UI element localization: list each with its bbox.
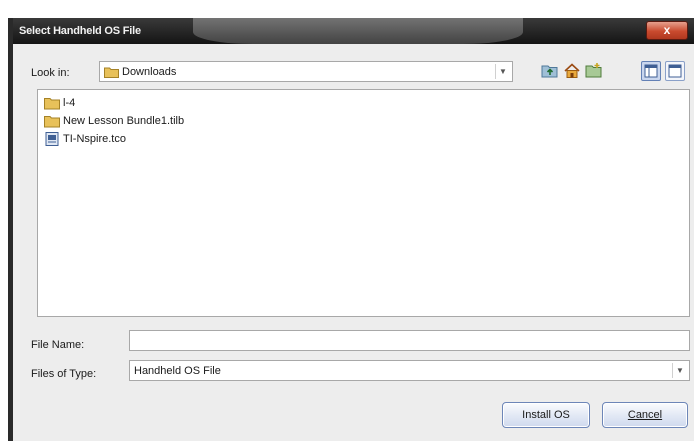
details-view-icon [668, 64, 682, 78]
list-view-icon [644, 64, 658, 78]
chevron-down-icon[interactable]: ▼ [672, 363, 687, 378]
file-type-value: Handheld OS File [134, 365, 221, 377]
new-folder-icon[interactable] [585, 62, 603, 80]
install-os-button[interactable]: Install OS [502, 402, 590, 428]
file-type-label: Files of Type: [31, 368, 97, 380]
folder-icon [104, 67, 119, 78]
up-folder-icon[interactable] [541, 62, 559, 80]
title-bar[interactable]: Select Handheld OS File x [13, 18, 694, 44]
home-icon[interactable] [563, 62, 581, 80]
look-in-value: Downloads [122, 66, 177, 78]
details-view-button[interactable] [665, 61, 685, 81]
cancel-button-label: Cancel [627, 409, 663, 421]
file-name-field[interactable] [129, 330, 690, 351]
file-list[interactable]: l-4 New Lesson Bundle1.tilb TI-Nspire.tc… [37, 89, 690, 317]
list-item[interactable]: New Lesson Bundle1.tilb [44, 113, 184, 129]
file-name: l-4 [63, 97, 76, 109]
close-button[interactable]: x [646, 21, 688, 40]
select-os-file-dialog: Select Handheld OS File x Look in: Downl… [8, 18, 694, 441]
look-in-dropdown[interactable]: Downloads ▼ [99, 61, 513, 82]
folder-icon [44, 98, 60, 110]
cancel-button[interactable]: Cancel [602, 402, 688, 428]
list-item[interactable]: TI-Nspire.tco [44, 131, 126, 147]
os-file-icon [45, 132, 59, 146]
list-item[interactable]: l-4 [44, 95, 75, 111]
chevron-down-icon[interactable]: ▼ [495, 64, 510, 79]
file-type-dropdown[interactable]: Handheld OS File ▼ [129, 360, 690, 381]
file-name-label: File Name: [31, 339, 85, 351]
file-name: TI-Nspire.tco [63, 133, 126, 145]
list-view-button[interactable] [641, 61, 661, 81]
title-bar-sheen [193, 18, 523, 44]
file-name: New Lesson Bundle1.tilb [63, 115, 185, 127]
folder-icon [44, 116, 60, 128]
look-in-label: Look in: [31, 67, 70, 79]
close-icon: x [663, 23, 671, 37]
window-title: Select Handheld OS File [19, 25, 141, 37]
